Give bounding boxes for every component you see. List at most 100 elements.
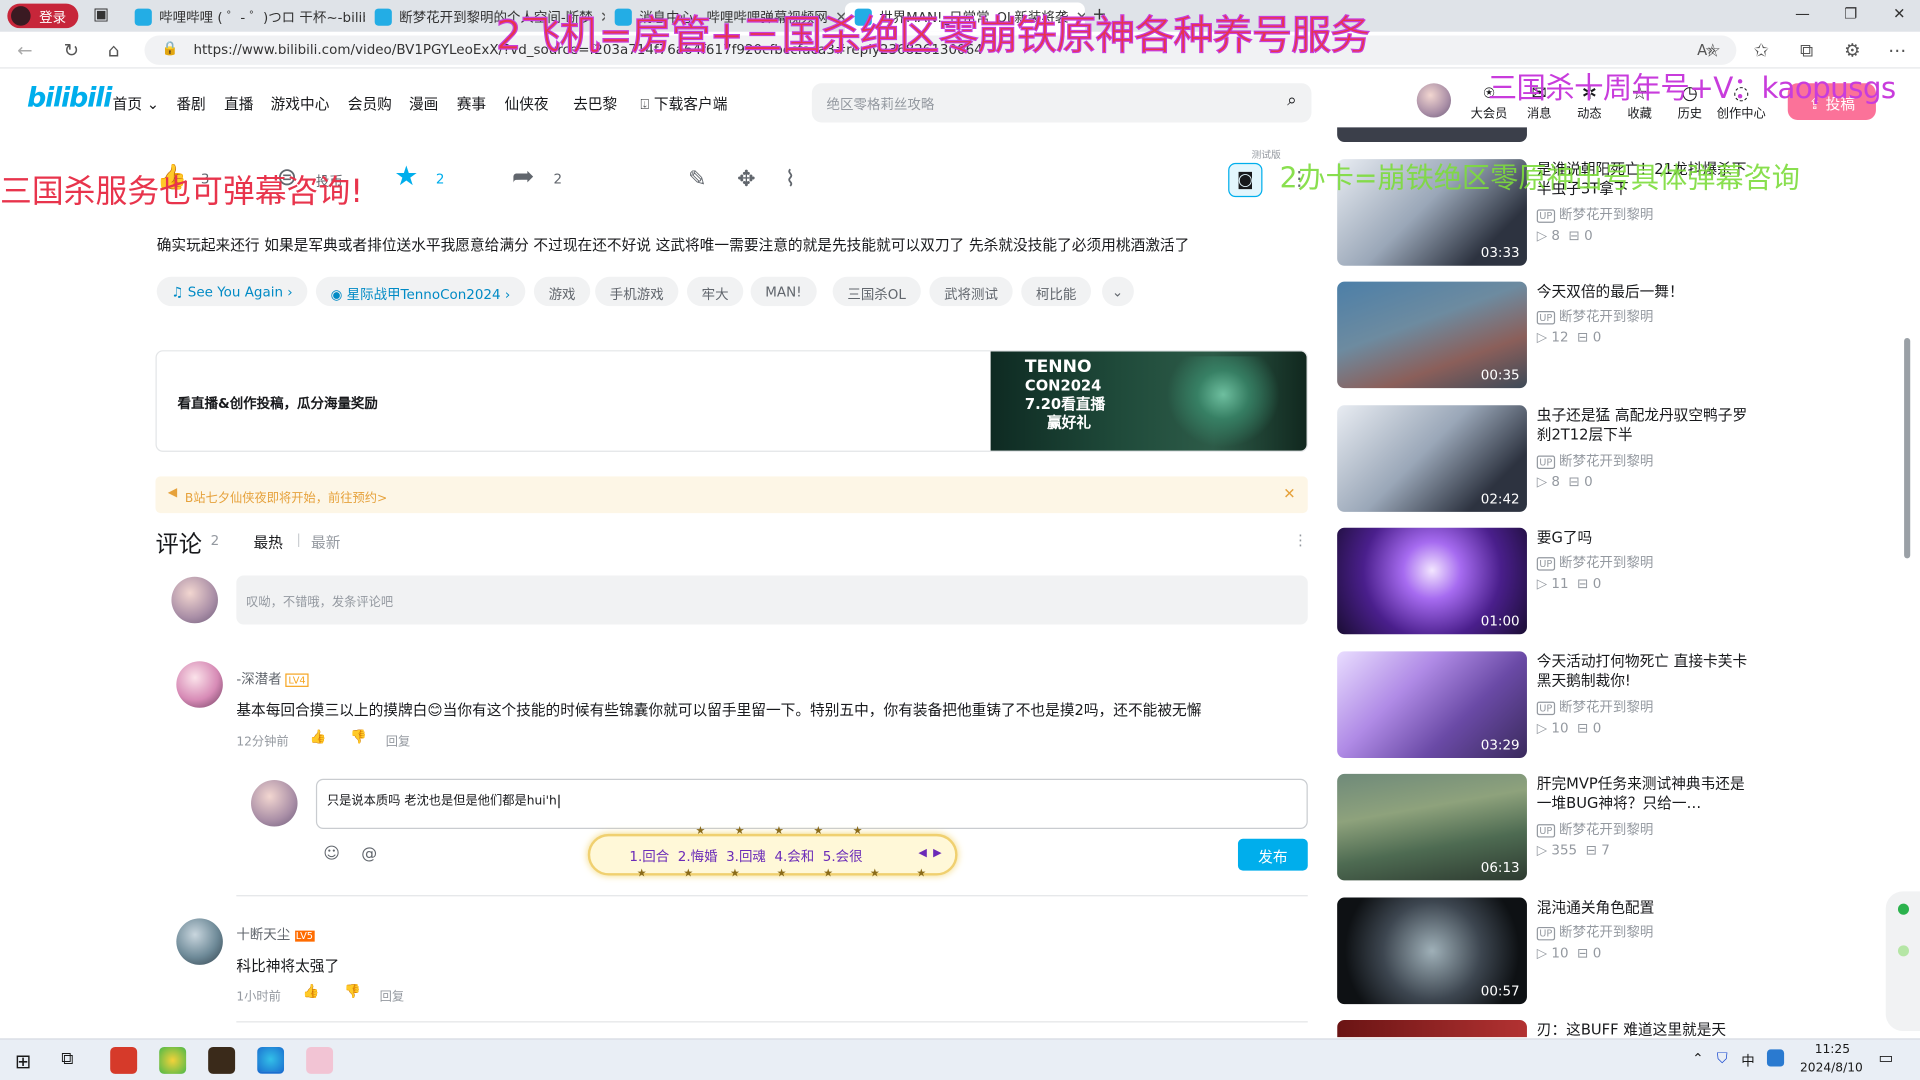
edit-note-icon[interactable]: ✎	[688, 167, 706, 193]
ime-prev-icon[interactable]: ◀	[918, 847, 926, 859]
rec-title[interactable]: 肝完MVP任务来测试神典韦还是一堆BUG神将？只给一…	[1537, 774, 1757, 813]
ime-candidates[interactable]: 1.回合 2.悔婚 3.回魂 4.会和 5.会很	[629, 846, 862, 866]
minimize-icon[interactable]: —	[1795, 5, 1810, 22]
tag-mobile-game[interactable]: 手机游戏	[595, 276, 679, 307]
search-icon[interactable]: ⌕	[1287, 91, 1297, 111]
ime-indicator[interactable]: 中	[1741, 1051, 1754, 1071]
sort-new[interactable]: 最新	[311, 531, 340, 552]
thumb-up-icon[interactable]: 👍	[310, 729, 327, 745]
rec-item[interactable]: 刃：这BUFF 难道这里就是天	[1337, 1020, 1778, 1038]
notification-icon[interactable]: ▭	[1878, 1049, 1893, 1067]
nav-esports[interactable]: 赛事	[457, 93, 486, 114]
nav-event[interactable]: 仙侠夜	[504, 93, 548, 114]
app-tray-icon[interactable]	[1766, 1049, 1785, 1067]
rec-title[interactable]: 刃：这BUFF 难道这里就是天	[1537, 1020, 1757, 1037]
nav-paris[interactable]: 去巴黎	[573, 93, 617, 114]
rec-thumbnail[interactable]: 00:35	[1337, 281, 1527, 389]
tag-man[interactable]: MAN!	[750, 276, 817, 307]
reply-link[interactable]: 回复	[380, 986, 404, 1004]
rec-item[interactable]: 00:35 今天双倍的最后一舞！ UP 断梦花开到黎明 ▷ 12 ⊟ 0	[1337, 281, 1778, 392]
thumb-down-icon[interactable]: 👎	[344, 983, 361, 999]
favorite-star-icon[interactable]: ☆	[1705, 39, 1721, 61]
ime-next-icon[interactable]: ▶	[933, 847, 941, 859]
favorites-icon[interactable]: ✩	[1753, 39, 1768, 61]
close-window-icon[interactable]: ✕	[1893, 5, 1905, 22]
rec-item[interactable]: 02:42 虫子还是猛 高配龙丹驭空鸭子罗刹2T12层下半 UP 断梦花开到黎明…	[1337, 405, 1778, 515]
rec-item[interactable]: 03:29 今天活动打何物死亡 直接卡芙卡黑天鹅制裁你! UP 断梦花开到黎明 …	[1337, 651, 1778, 761]
promo-banner[interactable]: 看直播&创作投稿，瓜分海量奖励 TENNO CON2024 7.20看直播 赢好…	[155, 350, 1308, 452]
tag-kebineng[interactable]: 柯比能	[1021, 276, 1092, 307]
share-icon[interactable]: ➦	[512, 162, 535, 193]
rec-title[interactable]: 要G了吗	[1537, 528, 1757, 548]
edge-browser-icon[interactable]	[257, 1046, 285, 1074]
reply-link[interactable]: 回复	[386, 731, 410, 749]
thumb-up-icon[interactable]: 👍	[302, 983, 319, 999]
app-green-icon[interactable]	[159, 1046, 187, 1074]
rec-author[interactable]: UP 断梦花开到黎明	[1536, 922, 1653, 942]
app-anime-icon[interactable]	[306, 1046, 334, 1074]
nav-anime[interactable]: 番剧	[176, 93, 205, 114]
expand-tags-button[interactable]: ⌄	[1102, 276, 1134, 307]
pin-icon[interactable]: ✥	[737, 167, 755, 193]
user-avatar[interactable]	[1416, 83, 1452, 118]
rec-thumbnail[interactable]: 06:13	[1337, 773, 1527, 881]
close-icon[interactable]: ✕	[1283, 485, 1295, 502]
tag-lao-da[interactable]: 牢大	[686, 276, 744, 307]
rec-item[interactable]: 00:57 混沌通关角色配置 UP 断梦花开到黎明 ▷ 10 ⊟ 0	[1337, 897, 1778, 1008]
rec-thumbnail[interactable]: 02:42	[1337, 405, 1527, 512]
home-icon[interactable]: ⌂	[108, 39, 120, 61]
thumb-down-icon[interactable]: 👎	[350, 729, 367, 745]
tag-test[interactable]: 武将测试	[929, 276, 1013, 307]
comment-user[interactable]: 十断天尘 LV5	[236, 924, 315, 944]
clock-time[interactable]: 11:25	[1815, 1043, 1850, 1056]
rec-item[interactable]: 06:13 肝完MVP任务来测试神典韦还是一堆BUG神将？只给一… UP 断梦花…	[1337, 773, 1778, 884]
comment-input[interactable]: 叹呦，不错哦，发条评论吧	[236, 575, 1308, 625]
menu-icon[interactable]: ⋯	[1888, 39, 1906, 61]
comment-avatar[interactable]	[176, 661, 223, 708]
rec-author[interactable]: UP 断梦花开到黎明	[1536, 552, 1653, 572]
app-game-icon[interactable]	[208, 1046, 236, 1074]
chart-icon[interactable]: ⌇	[785, 167, 796, 193]
rec-thumbnail[interactable]: 01:00	[1337, 527, 1527, 635]
tray-chevron-icon[interactable]: ⌃	[1692, 1051, 1703, 1067]
rec-thumbnail[interactable]	[1337, 1020, 1527, 1038]
rec-author[interactable]: UP 断梦花开到黎明	[1536, 697, 1653, 717]
publish-button[interactable]: 发布	[1237, 838, 1308, 871]
ai-assistant-button[interactable]: ◙	[1228, 162, 1263, 198]
rec-title[interactable]: 今天双倍的最后一舞！	[1537, 282, 1757, 302]
collections-icon[interactable]: ⧉	[1800, 39, 1813, 61]
rec-title[interactable]: 虫子还是猛 高配龙丹驭空鸭子罗刹2T12层下半	[1537, 405, 1757, 444]
app-red-icon[interactable]	[110, 1046, 138, 1074]
rec-author[interactable]: UP 断梦花开到黎明	[1536, 204, 1653, 224]
emoji-icon[interactable]: ☺	[323, 845, 340, 863]
tag-game[interactable]: 游戏	[533, 276, 591, 307]
security-shield-icon[interactable]: ⛉	[1717, 1049, 1728, 1067]
page-scrollbar[interactable]	[1904, 337, 1911, 559]
tab-1[interactable]: 哔哩哔哩 ( ゜- ゜)つロ 干杯~-bilib✕	[125, 2, 365, 31]
refresh-icon[interactable]: ↻	[64, 39, 79, 61]
rec-author[interactable]: UP 断梦花开到黎明	[1536, 451, 1653, 471]
search-input[interactable]: 绝区零格莉丝攻略 ⌕	[811, 83, 1312, 123]
tag-sgs-ol[interactable]: 三国杀OL	[832, 276, 921, 307]
rec-author[interactable]: UP 断梦花开到黎明	[1536, 819, 1653, 839]
comment-user[interactable]: -深潜者 LV4	[236, 669, 309, 689]
nav-download[interactable]: ⍗ 下载客户端	[640, 93, 727, 114]
sort-hot[interactable]: 最热	[253, 531, 282, 552]
mention-icon[interactable]: @	[361, 845, 377, 863]
restore-icon[interactable]: ❐	[1844, 5, 1857, 22]
windows-start-icon[interactable]: ⊞	[15, 1049, 31, 1072]
login-badge[interactable]: 登录	[7, 3, 79, 29]
favorite-icon[interactable]: ★	[394, 162, 418, 193]
rec-author[interactable]: UP 断梦花开到黎明	[1536, 306, 1653, 326]
nav-game-center[interactable]: 游戏中心	[271, 93, 330, 114]
comment-avatar[interactable]	[176, 918, 223, 965]
reply-textarea[interactable]: 只是说本质吗 老沈也是但是他们都是hui'h	[315, 778, 1308, 829]
back-icon[interactable]: ←	[17, 39, 32, 61]
rec-item[interactable]: 01:00 要G了吗 UP 断梦花开到黎明 ▷ 11 ⊟ 0	[1337, 527, 1778, 638]
extensions-icon[interactable]: ⚙	[1844, 39, 1860, 61]
nav-manga[interactable]: 漫画	[409, 93, 438, 114]
nav-live[interactable]: 直播	[224, 93, 253, 114]
ime-candidate-window[interactable]: ★★★★★ 1.回合 2.悔婚 3.回魂 4.会和 5.会很 ◀ ▶ ★★★★★…	[587, 825, 958, 880]
task-view-icon[interactable]: ⧉	[61, 1049, 73, 1069]
bilibili-logo[interactable]: bilibili	[27, 83, 112, 114]
